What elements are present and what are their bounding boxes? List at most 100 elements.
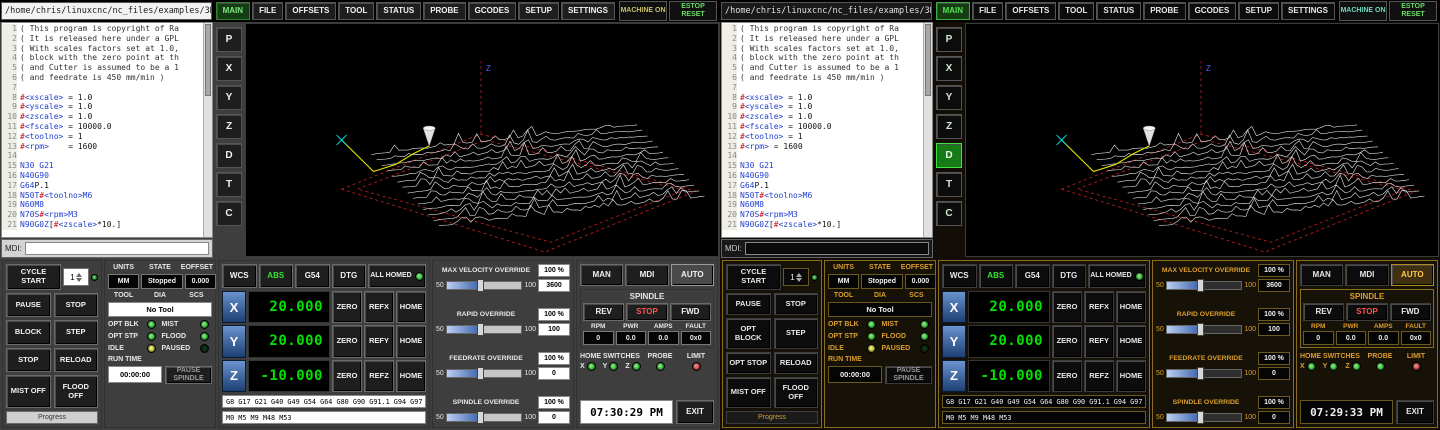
dro-mode-button[interactable]: ABS bbox=[259, 264, 294, 288]
pause-spindle-button[interactable]: PAUSE SPINDLE bbox=[885, 366, 932, 384]
override-slider[interactable] bbox=[1166, 413, 1243, 422]
home-button[interactable]: HOME bbox=[396, 360, 426, 392]
preview-tab-button[interactable]: C bbox=[216, 201, 242, 226]
home-button[interactable]: HOME bbox=[396, 325, 426, 357]
axis-letter-button[interactable]: X bbox=[942, 291, 966, 323]
slider-handle[interactable] bbox=[1197, 323, 1204, 336]
pause-spindle-button[interactable]: PAUSE SPINDLE bbox=[165, 366, 212, 384]
cycle-count-stepper[interactable]: 1 bbox=[783, 268, 809, 286]
menu-tab-button[interactable]: OFFSETS bbox=[285, 2, 336, 20]
ref-button[interactable]: REFZ bbox=[364, 360, 394, 392]
machine-control-button[interactable]: STEP bbox=[54, 320, 99, 344]
menu-tab-button[interactable]: SETUP bbox=[518, 2, 559, 20]
menu-tab-button[interactable]: GCODES bbox=[468, 2, 517, 20]
machine-control-button[interactable]: PAUSE bbox=[6, 293, 51, 317]
ref-button[interactable]: REFZ bbox=[1084, 360, 1114, 392]
dro-mode-button[interactable]: WCS bbox=[942, 264, 977, 288]
mode-button[interactable]: MAN bbox=[1300, 264, 1343, 286]
zero-button[interactable]: ZERO bbox=[1052, 291, 1082, 323]
machine-control-button[interactable]: OPT STOP bbox=[726, 352, 771, 374]
preview-3d[interactable]: Z bbox=[965, 23, 1439, 257]
cycle-start-button[interactable]: CYCLE START bbox=[726, 264, 781, 290]
machine-control-button[interactable]: STOP bbox=[54, 293, 99, 317]
axis-letter-button[interactable]: Y bbox=[222, 325, 246, 357]
mode-button[interactable]: AUTO bbox=[671, 264, 714, 286]
zero-button[interactable]: ZERO bbox=[1052, 360, 1082, 392]
machine-control-button[interactable]: RELOAD bbox=[774, 352, 819, 374]
axis-letter-button[interactable]: Z bbox=[942, 360, 966, 392]
slider-handle[interactable] bbox=[477, 367, 484, 380]
zero-button[interactable]: ZERO bbox=[1052, 325, 1082, 357]
zero-button[interactable]: ZERO bbox=[332, 291, 362, 323]
menu-tab-button[interactable]: SETTINGS bbox=[1281, 2, 1335, 20]
home-button[interactable]: HOME bbox=[1116, 291, 1146, 323]
home-button[interactable]: HOME bbox=[1116, 325, 1146, 357]
machine-on-button[interactable]: MACHINE ON bbox=[1339, 1, 1387, 21]
spindle-button[interactable]: REV bbox=[1303, 303, 1344, 321]
preview-tab-button[interactable]: P bbox=[216, 27, 242, 52]
machine-control-button[interactable]: MIST OFF bbox=[6, 375, 51, 408]
spindle-button[interactable]: STOP bbox=[1346, 303, 1387, 321]
all-homed-button[interactable]: ALL HOMED bbox=[368, 264, 426, 288]
menu-tab-button[interactable]: FILE bbox=[972, 2, 1003, 20]
machine-on-button[interactable]: MACHINE ON bbox=[619, 1, 667, 21]
dro-mode-button[interactable]: ABS bbox=[979, 264, 1014, 288]
preview-tab-button[interactable]: T bbox=[936, 172, 962, 197]
override-slider[interactable] bbox=[446, 281, 523, 290]
ref-button[interactable]: REFX bbox=[1084, 291, 1114, 323]
zero-button[interactable]: ZERO bbox=[332, 360, 362, 392]
ref-button[interactable]: REFY bbox=[364, 325, 394, 357]
machine-control-button[interactable]: MIST OFF bbox=[726, 377, 771, 408]
override-slider[interactable] bbox=[1166, 369, 1243, 378]
preview-tab-button[interactable]: P bbox=[936, 27, 962, 52]
mode-button[interactable]: MAN bbox=[580, 264, 623, 286]
menu-tab-button[interactable]: PROBE bbox=[1143, 2, 1185, 20]
machine-control-button[interactable]: STOP bbox=[774, 293, 819, 315]
override-slider[interactable] bbox=[1166, 281, 1243, 290]
slider-handle[interactable] bbox=[1197, 411, 1204, 424]
override-slider[interactable] bbox=[446, 325, 523, 334]
all-homed-button[interactable]: ALL HOMED bbox=[1088, 264, 1146, 288]
menu-tab-button[interactable]: GCODES bbox=[1188, 2, 1237, 20]
ref-button[interactable]: REFX bbox=[364, 291, 394, 323]
machine-control-button[interactable]: STOP bbox=[6, 348, 51, 372]
preview-tab-button[interactable]: Z bbox=[936, 114, 962, 139]
axis-letter-button[interactable]: Y bbox=[942, 325, 966, 357]
preview-3d[interactable]: Z bbox=[245, 23, 719, 257]
machine-control-button[interactable]: PAUSE bbox=[726, 293, 771, 315]
menu-tab-button[interactable]: FILE bbox=[252, 2, 283, 20]
dro-mode-button[interactable]: G54 bbox=[295, 264, 330, 288]
preview-tab-button[interactable]: Y bbox=[216, 85, 242, 110]
mode-button[interactable]: MDI bbox=[1345, 264, 1388, 286]
ref-button[interactable]: REFY bbox=[1084, 325, 1114, 357]
machine-control-button[interactable]: FLOOD OFF bbox=[774, 377, 819, 408]
estop-reset-button[interactable]: ESTOP RESET bbox=[1389, 1, 1437, 21]
menu-tab-button[interactable]: SETUP bbox=[1238, 2, 1279, 20]
slider-handle[interactable] bbox=[1197, 367, 1204, 380]
dro-mode-button[interactable]: DTG bbox=[1052, 264, 1087, 288]
cycle-start-button[interactable]: CYCLE START bbox=[6, 264, 61, 290]
menu-tab-button[interactable]: TOOL bbox=[338, 2, 374, 20]
spindle-button[interactable]: STOP bbox=[626, 303, 667, 321]
slider-handle[interactable] bbox=[477, 323, 484, 336]
mode-button[interactable]: MDI bbox=[625, 264, 668, 286]
spindle-button[interactable]: FWD bbox=[1390, 303, 1431, 321]
preview-tab-button[interactable]: D bbox=[936, 143, 962, 168]
preview-tab-button[interactable]: D bbox=[216, 143, 242, 168]
menu-tab-button[interactable]: MAIN bbox=[936, 2, 970, 20]
stepper-arrows-icon[interactable] bbox=[796, 273, 802, 282]
mdi-input[interactable] bbox=[25, 242, 209, 255]
menu-tab-button[interactable]: SETTINGS bbox=[561, 2, 615, 20]
preview-tab-button[interactable]: Z bbox=[216, 114, 242, 139]
estop-reset-button[interactable]: ESTOP RESET bbox=[669, 1, 717, 21]
home-button[interactable]: HOME bbox=[396, 291, 426, 323]
dro-mode-button[interactable]: WCS bbox=[222, 264, 257, 288]
slider-handle[interactable] bbox=[477, 279, 484, 292]
override-slider[interactable] bbox=[446, 369, 523, 378]
gcode-editor[interactable]: 1 ( This program is copyright of Ra 2 ( … bbox=[1, 22, 213, 238]
preview-tab-button[interactable]: Y bbox=[936, 85, 962, 110]
machine-control-button[interactable]: OPT BLOCK bbox=[726, 318, 771, 349]
spindle-button[interactable]: REV bbox=[583, 303, 624, 321]
exit-button[interactable]: EXIT bbox=[1396, 400, 1434, 424]
preview-tab-button[interactable]: C bbox=[936, 201, 962, 226]
